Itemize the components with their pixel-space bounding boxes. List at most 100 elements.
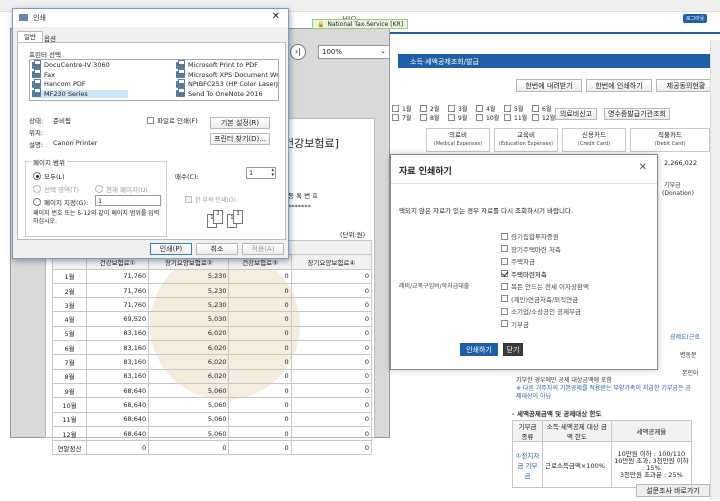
- printer-item[interactable]: Send To OneNote 2016: [176, 88, 263, 98]
- month-checkbox[interactable]: 9월: [448, 113, 467, 122]
- printer-item[interactable]: MF230 Series: [32, 88, 128, 98]
- table-cell: 5,060: [148, 425, 230, 442]
- cat-medical[interactable]: 의료비 (Medical Expenses): [426, 128, 490, 152]
- print-button[interactable]: 인쇄(P): [150, 243, 192, 255]
- table-cell: 0: [290, 368, 373, 384]
- range-selection-radio[interactable]: 선택 영역(T): [33, 184, 79, 194]
- range-current-radio[interactable]: 현재 페이지(U): [95, 184, 148, 194]
- month-checkbox[interactable]: 5월: [504, 104, 523, 113]
- print-all-button[interactable]: 한번에 인쇄하기: [586, 79, 652, 92]
- pages-input[interactable]: 1: [95, 195, 161, 206]
- location-label: 위치:: [29, 129, 44, 137]
- month-label: 4월: [486, 106, 496, 113]
- preferences-button[interactable]: 기본 설정(R): [210, 117, 270, 129]
- month-checkbox[interactable]: 10월: [476, 113, 499, 122]
- close-icon[interactable]: ✕: [272, 11, 280, 22]
- modal-item-label: 기부금: [511, 320, 529, 329]
- cat-credit[interactable]: 신용카드 (Credit Card): [562, 128, 626, 152]
- month-checkbox[interactable]: 8월: [420, 113, 439, 122]
- modal-list-item[interactable]: 목돈 안드는 전세 이자상환액: [501, 281, 589, 291]
- modal-close-button[interactable]: 닫기: [503, 343, 523, 356]
- close-icon[interactable]: ✕: [639, 162, 647, 173]
- checkbox-box: [501, 245, 508, 252]
- table-row: 4월 69,520 5,030 0 0: [52, 311, 373, 327]
- table-cell: 0: [228, 282, 292, 299]
- month-checkbox[interactable]: 1월: [392, 104, 411, 113]
- month-checkbox[interactable]: 12월: [532, 113, 555, 122]
- table-cell: 11월: [52, 411, 87, 427]
- copies-label: 매수(C):: [175, 173, 199, 181]
- col-header: 세액공제율: [610, 420, 693, 442]
- apply-button[interactable]: 적용(A): [242, 243, 284, 255]
- table-cell: 71,760: [85, 297, 150, 313]
- printer-item[interactable]: NPIBFC253 (HP Color LaserJet CP5225): [176, 78, 278, 88]
- modal-list-item[interactable]: 장기집합투자증원: [501, 231, 559, 241]
- range-all-radio[interactable]: 모두(L): [33, 171, 65, 181]
- table-row: 연말정산 0 0 0 0: [52, 440, 373, 456]
- table-cell: 근로소득금액×100%: [542, 441, 612, 488]
- month-checkbox[interactable]: 3월: [448, 104, 467, 113]
- table-row: 12월 68,640 5,060 0 0: [52, 425, 373, 442]
- zoom-select[interactable]: 100% ⌄: [318, 45, 390, 59]
- printer-icon: [176, 78, 185, 88]
- table-cell: 5,230: [148, 268, 230, 284]
- spinner-icon[interactable]: ▴ ▾: [271, 168, 274, 178]
- cat-debit[interactable]: 직불카드 (Debit Card): [630, 128, 710, 152]
- receipt-agency-button[interactable]: 영수증발급기관조회: [604, 108, 670, 120]
- consent-status-button[interactable]: 제공동의현황: [656, 79, 716, 92]
- checkbox-box: [476, 105, 483, 112]
- printer-item[interactable]: Microsoft Print to PDF: [176, 60, 258, 69]
- logout-badge[interactable]: 로그아웃: [683, 14, 708, 23]
- print-data-button[interactable]: 인쇄하기: [460, 343, 498, 356]
- table-cell: 83,160: [85, 340, 150, 356]
- printer-item[interactable]: Hancom PDF: [32, 78, 86, 88]
- checkbox-box: [501, 307, 508, 315]
- range-pages-radio[interactable]: 페이지 지정(G):: [33, 197, 88, 207]
- printer-item[interactable]: DocuCentre-IV 3060: [32, 60, 110, 69]
- cancel-button[interactable]: 취소: [196, 243, 238, 255]
- table-row: 2월 71,760 5,230 0 0: [52, 282, 373, 299]
- print-to-file-checkbox[interactable]: 파일로 인쇄(F): [147, 115, 198, 125]
- table-cell: 0: [148, 440, 230, 456]
- table-cell: 연말정산: [52, 440, 87, 456]
- modal-list-item[interactable]: 주택마련저축: [501, 269, 547, 279]
- modal-list-item[interactable]: 기부금: [501, 319, 529, 329]
- copies-input[interactable]: 1 ▴ ▾: [246, 167, 276, 179]
- month-checkbox[interactable]: 6월: [532, 104, 551, 113]
- zoom-value: 100%: [322, 48, 343, 56]
- table-cell: 68,640: [85, 397, 150, 413]
- month-checkbox[interactable]: 4월: [476, 104, 495, 113]
- col-header: 소득·세액공제 대상 금액 한도: [542, 420, 612, 442]
- checkbox-box: [185, 196, 192, 203]
- modal-list-item[interactable]: 소기업/소상공인 공제부금: [501, 306, 581, 316]
- scrollbar-right[interactable]: [710, 40, 720, 500]
- find-printer-button[interactable]: 프린터 찾기(D)...: [210, 133, 270, 145]
- printer-section-label: 프린터 선택: [29, 51, 61, 59]
- side-item: 광제도(근로: [670, 334, 700, 341]
- month-checkbox[interactable]: 7월: [392, 113, 411, 122]
- table-cell: 0: [290, 411, 373, 427]
- survey-button[interactable]: 설문조사 바로가기: [636, 484, 710, 497]
- modal-list-item[interactable]: 주택자금: [501, 256, 535, 266]
- table-row: 7월 83,160 6,020 0 0: [52, 354, 373, 370]
- month-checkbox[interactable]: 2월: [420, 104, 439, 113]
- site-identity-badge[interactable]: 🔒 National Tax Service [KR]: [312, 19, 409, 29]
- printer-name: Microsoft XPS Document Writer: [188, 70, 279, 79]
- download-all-button[interactable]: 한번에 내려받기: [516, 79, 582, 92]
- table-cell: 0: [228, 440, 292, 456]
- modal-list-item[interactable]: (계인)연금저축/퇴직연금: [501, 294, 578, 304]
- table-cell: 5,060: [148, 382, 230, 399]
- printer-item[interactable]: Fax: [32, 69, 55, 79]
- modal-list-item[interactable]: 장기주택마련 저축: [501, 244, 561, 254]
- chevron-down-icon: ⌄: [380, 47, 386, 55]
- next-page-icon[interactable]: ›|: [290, 44, 306, 60]
- cat-education[interactable]: 교육비 (Education Expenses): [494, 128, 558, 152]
- collate-checkbox[interactable]: 한 부씩 인쇄(O): [185, 195, 236, 204]
- printer-icon: [176, 69, 185, 78]
- checkbox-box: [392, 105, 399, 112]
- medical-report-button[interactable]: 의료비신고: [555, 108, 597, 120]
- table-cell: 0: [228, 311, 292, 327]
- printer-item[interactable]: Microsoft XPS Document Writer: [176, 69, 279, 79]
- month-checkbox[interactable]: 11월: [504, 113, 527, 122]
- doc-title: 건강보험료]: [284, 137, 339, 150]
